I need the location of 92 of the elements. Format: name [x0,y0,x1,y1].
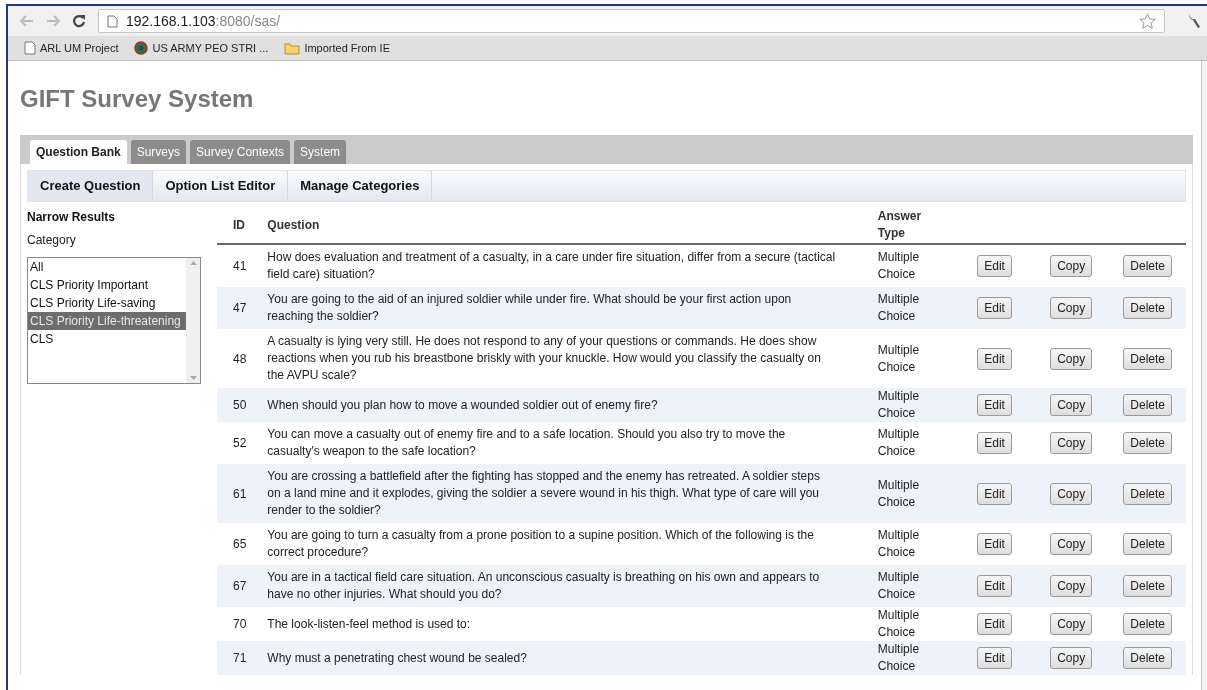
answer-type-cell-text: Multiple Choice [877,249,921,283]
copy-button[interactable]: Copy [1050,533,1093,555]
url-text: 192.168.1.103:8080/sas/ [126,11,282,31]
copy-button[interactable]: Copy [1050,575,1093,597]
answer-type-cell-text: Multiple Choice [877,527,921,561]
address-bar[interactable]: 192.168.1.103:8080/sas/ [98,9,1165,33]
delete-button[interactable]: Delete [1123,575,1173,597]
question-cell-text: You can move a casualty out of enemy fire and to a safe location. Should you also try to move the casualty's weapon to the safe location? [267,426,787,460]
question-cell-text: You are going to the aid of an injured soldier while under fire. What should be your first action upon reaching the soldier? [267,291,793,325]
answer-type-cell-text: Multiple Choice [877,388,921,422]
copy-button[interactable]: Copy [1050,255,1093,277]
category-option[interactable]: CLS [28,330,186,348]
delete-button[interactable]: Delete [1123,394,1173,416]
category-option[interactable]: CLS Priority Life-threatening [28,312,186,330]
question-cell: How does evaluation and treatment of a casualty, in a care under fire situation, differ from a secure (tactical field care) situation? [267,249,836,283]
forward-icon[interactable] [46,15,60,27]
answer-type-cell-text: Multiple Choice [877,607,921,641]
id-cell: 52 [233,436,247,450]
id-cell: 70 [233,617,247,631]
delete-button[interactable]: Delete [1123,255,1173,277]
category-list[interactable]: All CLS Priority Important CLS Priority Life-saving CLS Priority Life-threatening CLS [27,257,201,384]
question-cell-text: When should you plan how to move a wounded soldier out of enemy fire? [267,396,659,414]
filter-label: Category [27,232,76,249]
delete-button[interactable]: Delete [1123,613,1173,635]
globe-icon [134,41,149,55]
edit-button[interactable]: Edit [977,297,1012,319]
answer-type-cell-text: Multiple Choice [877,476,921,511]
id-cell: 41 [233,259,247,273]
delete-button[interactable]: Delete [1123,432,1173,454]
id-cell: 61 [233,486,247,501]
delete-button[interactable]: Delete [1123,347,1173,370]
answer-type-cell-text: Multiple Choice [877,341,921,376]
edit-button[interactable]: Edit [977,482,1012,505]
column-header: ID [233,218,245,232]
edit-button[interactable]: Edit [977,575,1012,597]
delete-button[interactable]: Delete [1123,647,1173,669]
page-icon [107,14,118,28]
answer-type-cell-text: Multiple Choice [877,426,921,460]
column-header: Question [267,218,320,232]
filter-heading: Narrow Results [27,209,116,226]
question-cell-text: You are in a tactical field care situation. An unconscious casualty is breathing on his own and appears to have no other injuries. What should you do? [267,569,821,603]
reload-icon[interactable] [72,14,86,28]
back-icon[interactable] [20,15,34,27]
question-cell-text: A casualty is lying very still. He does not respond to any of your questions or commands. He does show reactions when you rub his breastbone briskly with your knuckle. How would you classify the casualty on the AVPU scale? [267,333,822,384]
page-title: GIFT Survey System [20,84,254,114]
sub-navigation-item[interactable]: Manage Categories [288,171,433,201]
bookmark-link[interactable]: US ARMY PEO STRI ... [152,39,269,57]
category-option[interactable]: CLS Priority Important [28,276,186,294]
column-header: Answer Type [877,208,923,242]
question-cell-text: You are going to turn a casualty from a prone position to a supine position. Which of the following is the correct procedure? [267,527,815,561]
delete-button[interactable]: Delete [1123,297,1173,319]
edit-button[interactable]: Edit [977,432,1012,454]
question-cell-text: You are crossing a battlefield after the fighting has stopped and the enemy has retreated. A soldier steps on a land mine and it explodes, giving the soldier a severe wound in his thigh. What type of care will you render to the soldier? [267,468,821,519]
answer-type-cell-text: Multiple Choice [877,569,921,603]
sub-navigation-item[interactable]: Create Question [28,171,154,201]
scrollbar[interactable] [186,258,200,383]
copy-button[interactable]: Copy [1050,432,1093,454]
id-cell: 71 [233,651,247,665]
category-option[interactable]: All [28,258,186,276]
question-cell-text: The look-listen-feel method is used to: [267,615,472,633]
edit-button[interactable]: Edit [977,647,1012,669]
copy-button[interactable]: Copy [1050,297,1093,319]
edit-button[interactable]: Edit [977,533,1012,555]
category-option[interactable]: CLS Priority Life-saving [28,294,186,312]
tab[interactable]: Question Bank [30,140,127,164]
scroll-up-icon[interactable] [189,261,197,265]
bookmark-link[interactable]: ARL UM Project [40,39,119,57]
sub-navigation-item[interactable]: Option List Editor [153,171,289,201]
bookmark-link[interactable]: Imported From IE [304,39,390,57]
id-cell: 67 [233,579,247,593]
copy-button[interactable]: Copy [1050,482,1093,505]
edit-button[interactable]: Edit [977,347,1012,370]
question-cell-text: Why must a penetrating chest wound be sealed? [267,649,528,667]
answer-type-cell-text: Multiple Choice [877,291,921,325]
star-icon[interactable] [1139,12,1156,30]
copy-button[interactable]: Copy [1050,613,1093,635]
copy-button[interactable]: Copy [1050,347,1093,370]
folder-icon [284,41,301,55]
edit-button[interactable]: Edit [977,255,1012,277]
id-cell: 65 [233,537,247,551]
edit-button[interactable]: Edit [977,613,1012,635]
scroll-down-icon[interactable] [189,376,197,380]
id-cell: 47 [233,301,247,315]
page-icon [24,41,36,55]
delete-button[interactable]: Delete [1123,482,1173,505]
copy-button[interactable]: Copy [1050,394,1093,416]
copy-button[interactable]: Copy [1050,647,1093,669]
edit-button[interactable]: Edit [977,394,1012,416]
answer-type-cell-text: Multiple Choice [877,641,921,675]
id-cell: 50 [233,398,247,412]
id-cell: 48 [233,351,247,366]
delete-button[interactable]: Delete [1123,533,1173,555]
